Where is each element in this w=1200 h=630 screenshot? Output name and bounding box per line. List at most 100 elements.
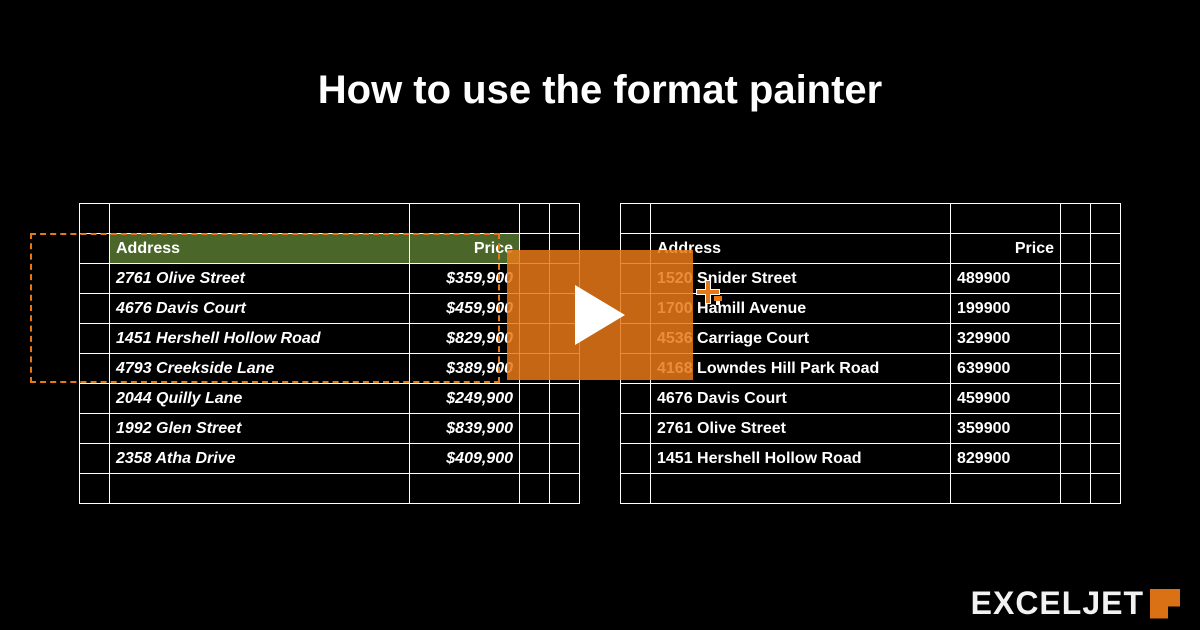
cell-address[interactable]: 2761 Olive Street [651,414,951,444]
table-row: 1451 Hershell Hollow Road $829,900 [80,324,580,354]
cell-empty[interactable] [1061,234,1091,264]
table-header-row: Address Price [80,234,580,264]
table-row-empty [80,204,580,234]
cell-empty[interactable] [550,474,580,504]
cell-empty[interactable] [621,474,651,504]
cell-address[interactable]: 1520 Snider Street [651,264,951,294]
play-icon [570,280,630,350]
cell-empty[interactable] [80,204,110,234]
cell-empty[interactable] [1061,414,1091,444]
cell-empty[interactable] [550,444,580,474]
cell-price[interactable]: $359,900 [410,264,520,294]
cell-empty[interactable] [410,474,520,504]
cell-empty[interactable] [520,474,550,504]
cell-empty[interactable] [1091,384,1121,414]
cell-empty[interactable] [1061,204,1091,234]
cell-empty[interactable] [1091,414,1121,444]
cell-price[interactable]: 829900 [951,444,1061,474]
cell-empty[interactable] [951,474,1061,504]
header-price[interactable]: Price [410,234,520,264]
cell-empty[interactable] [520,384,550,414]
cell-empty[interactable] [80,234,110,264]
cell-empty[interactable] [80,354,110,384]
table-header-row: Address Price [621,234,1121,264]
cell-address[interactable]: 4793 Creekside Lane [110,354,410,384]
cell-empty[interactable] [80,444,110,474]
cell-empty[interactable] [1091,324,1121,354]
table-row: 2358 Atha Drive $409,900 [80,444,580,474]
cell-address[interactable]: 1451 Hershell Hollow Road [651,444,951,474]
cell-price[interactable]: 489900 [951,264,1061,294]
cell-empty[interactable] [1061,294,1091,324]
table-row: 1520 Snider Street 489900 [621,264,1121,294]
cell-price[interactable]: 639900 [951,354,1061,384]
table-row: 4793 Creekside Lane $389,900 [80,354,580,384]
cell-empty[interactable] [520,414,550,444]
table-row: 1451 Hershell Hollow Road 829900 [621,444,1121,474]
cell-empty[interactable] [80,384,110,414]
cell-address[interactable]: 4168 Lowndes Hill Park Road [651,354,951,384]
cell-empty[interactable] [110,204,410,234]
header-price[interactable]: Price [951,234,1061,264]
cell-price[interactable]: $829,900 [410,324,520,354]
cell-empty[interactable] [1091,264,1121,294]
cell-empty[interactable] [1091,354,1121,384]
cell-empty[interactable] [520,444,550,474]
cell-address[interactable]: 1700 Hamill Avenue [651,294,951,324]
cell-price[interactable]: $249,900 [410,384,520,414]
cell-address[interactable]: 1992 Glen Street [110,414,410,444]
cell-empty[interactable] [80,414,110,444]
right-table: Address Price 1520 Snider Street 489900 … [620,203,1121,504]
cell-price[interactable]: 359900 [951,414,1061,444]
cell-empty[interactable] [1091,234,1121,264]
cell-price[interactable]: $409,900 [410,444,520,474]
cell-address[interactable]: 1451 Hershell Hollow Road [110,324,410,354]
cell-empty[interactable] [651,204,951,234]
cell-empty[interactable] [1061,354,1091,384]
cell-empty[interactable] [520,204,550,234]
cell-empty[interactable] [1091,204,1121,234]
cell-empty[interactable] [651,474,951,504]
cell-price[interactable]: $459,900 [410,294,520,324]
cell-empty[interactable] [80,324,110,354]
header-address[interactable]: Address [110,234,410,264]
cell-empty[interactable] [410,204,520,234]
play-button[interactable] [507,250,693,380]
cell-address[interactable]: 2761 Olive Street [110,264,410,294]
cell-address[interactable]: 4676 Davis Court [651,384,951,414]
cell-empty[interactable] [550,384,580,414]
cell-empty[interactable] [80,294,110,324]
cell-empty[interactable] [951,204,1061,234]
cell-price[interactable]: 199900 [951,294,1061,324]
table-row: 2761 Olive Street $359,900 [80,264,580,294]
cell-empty[interactable] [621,384,651,414]
cell-empty[interactable] [110,474,410,504]
cell-price[interactable]: $839,900 [410,414,520,444]
cell-price[interactable]: $389,900 [410,354,520,384]
cell-empty[interactable] [621,204,651,234]
cell-empty[interactable] [1061,384,1091,414]
logo-text: EXCELJET [971,585,1144,622]
cell-address[interactable]: 2358 Atha Drive [110,444,410,474]
brand-logo: EXCELJET [971,585,1180,622]
cell-empty[interactable] [1091,294,1121,324]
cell-price[interactable]: 329900 [951,324,1061,354]
cell-empty[interactable] [1061,474,1091,504]
cell-address[interactable]: 2044 Quilly Lane [110,384,410,414]
table-row-empty [621,474,1121,504]
cell-price[interactable]: 459900 [951,384,1061,414]
cell-empty[interactable] [621,444,651,474]
cell-empty[interactable] [1061,444,1091,474]
cell-empty[interactable] [621,414,651,444]
cell-empty[interactable] [550,204,580,234]
cell-empty[interactable] [1061,264,1091,294]
cell-empty[interactable] [80,264,110,294]
cell-empty[interactable] [550,414,580,444]
cell-empty[interactable] [1091,474,1121,504]
cell-empty[interactable] [1091,444,1121,474]
cell-empty[interactable] [1061,324,1091,354]
cell-empty[interactable] [80,474,110,504]
cell-address[interactable]: 4536 Carriage Court [651,324,951,354]
cell-address[interactable]: 4676 Davis Court [110,294,410,324]
header-address[interactable]: Address [651,234,951,264]
